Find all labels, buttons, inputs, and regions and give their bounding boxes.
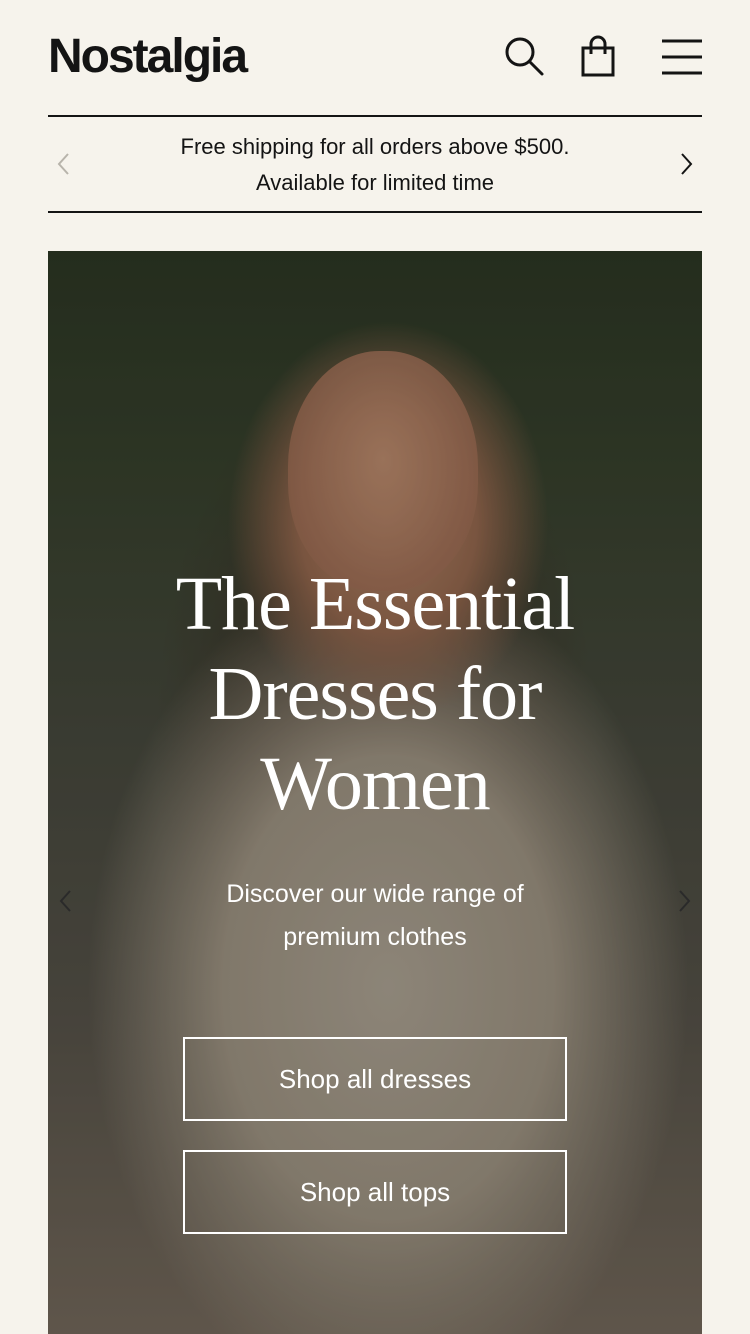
chevron-left-icon[interactable] <box>52 887 80 915</box>
page: Nostalgia Free shipping for all orders a… <box>0 0 750 1334</box>
site-header: Nostalgia <box>48 28 702 88</box>
hero-banner: The Essential Dresses for Women Discover… <box>48 251 702 1334</box>
hero-title-line-2: Dresses for <box>208 652 542 736</box>
announcement-line-2: Available for limited time <box>255 170 495 195</box>
chevron-right-icon[interactable] <box>670 887 698 915</box>
shop-all-dresses-button[interactable]: Shop all dresses <box>183 1037 567 1121</box>
brand-logo[interactable]: Nostalgia <box>48 28 248 86</box>
chevron-right-icon[interactable] <box>672 150 700 178</box>
shop-all-tops-button[interactable]: Shop all tops <box>183 1150 567 1234</box>
hero-title-line-3: Women <box>260 742 491 826</box>
announcement-line-1: Free shipping for all orders above $500. <box>180 134 570 159</box>
hero-subtitle-line-2: premium clothes <box>283 923 467 951</box>
hero-title-line-1: The Essential <box>175 562 576 646</box>
shopping-bag-icon[interactable] <box>576 34 620 78</box>
hero-subtitle: Discover our wide range of premium cloth… <box>48 873 702 959</box>
announcement-text: Free shipping for all orders above $500.… <box>128 129 622 201</box>
search-icon[interactable] <box>502 34 546 78</box>
menu-icon[interactable] <box>660 34 704 78</box>
hero-title: The Essential Dresses for Women <box>48 559 702 829</box>
hero-subtitle-line-1: Discover our wide range of <box>226 880 524 908</box>
chevron-left-icon[interactable] <box>50 150 78 178</box>
announcement-bar: Free shipping for all orders above $500.… <box>48 115 702 213</box>
